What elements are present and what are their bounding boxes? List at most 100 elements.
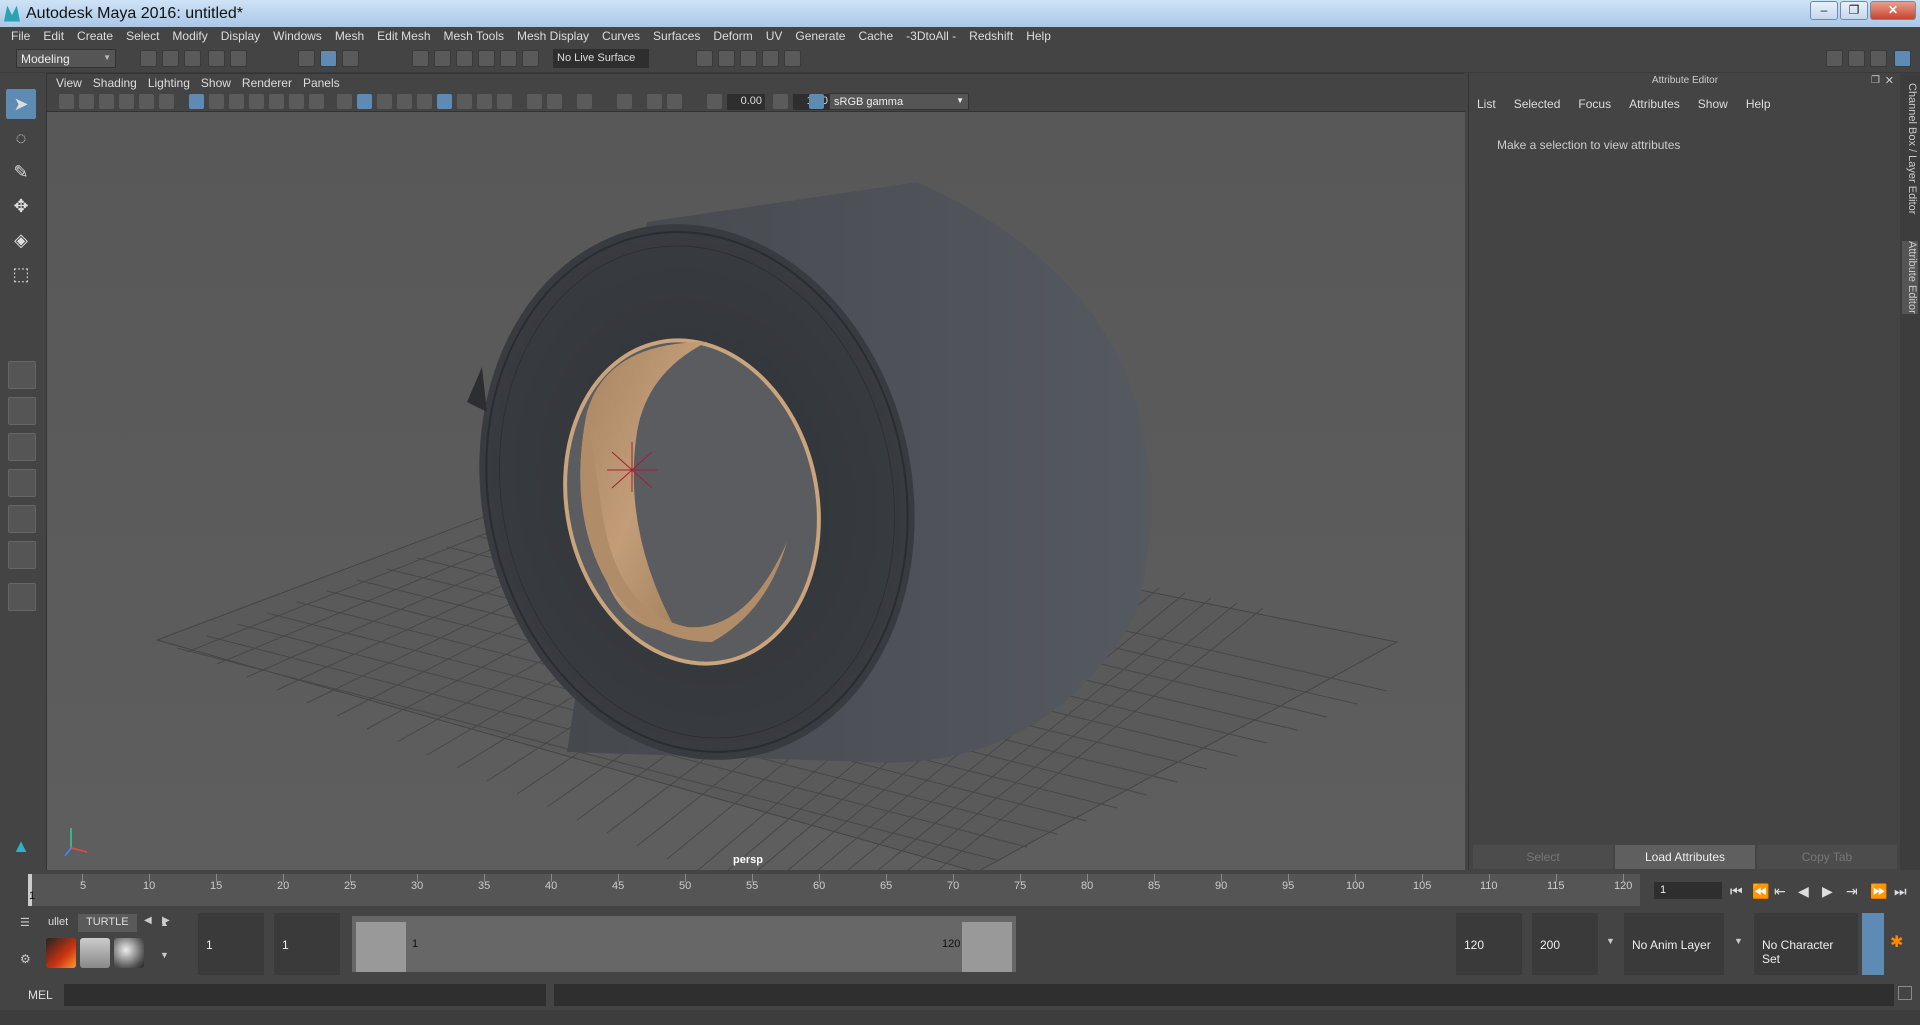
turtle-bake-icon[interactable] [46, 938, 76, 968]
playback-end-field[interactable]: 120 [1456, 913, 1522, 975]
ae-load-attributes-button[interactable]: Load Attributes [1615, 845, 1755, 869]
workspace-icon[interactable] [1826, 50, 1843, 67]
bookmark-icon[interactable] [99, 94, 114, 109]
two-d-pan-icon[interactable] [139, 94, 154, 109]
field-chart-icon[interactable] [269, 94, 284, 109]
single-perspective-layout-icon[interactable] [8, 361, 36, 389]
lasso-tool-icon[interactable]: ◌ [6, 123, 36, 153]
perspective-viewport[interactable]: persp [47, 112, 1465, 873]
grid-toggle-icon[interactable] [189, 94, 204, 109]
animation-preferences-icon[interactable]: ✱ [1890, 932, 1903, 952]
xray-joints-icon[interactable] [617, 94, 632, 109]
textured-icon[interactable] [397, 94, 412, 109]
playback-start-field[interactable]: 1 [274, 913, 340, 975]
shelf-scroll-left-icon[interactable]: ◀ [144, 915, 152, 926]
wireframe-on-shaded-icon[interactable] [377, 94, 392, 109]
depth-of-field-icon[interactable] [527, 94, 542, 109]
ae-menu-attributes[interactable]: Attributes [1629, 97, 1680, 111]
turtle-shader-icon[interactable] [114, 938, 144, 968]
anim-layer-select[interactable]: No Anim Layer [1624, 913, 1724, 975]
exposure-field[interactable]: 0.00 [727, 94, 765, 110]
motion-blur-icon[interactable] [477, 94, 492, 109]
hypershade-layout-icon[interactable] [8, 541, 36, 569]
ipr-render-icon[interactable] [718, 50, 735, 67]
snap-grid-icon[interactable] [412, 50, 429, 67]
smooth-shade-icon[interactable] [357, 94, 372, 109]
ae-menu-focus[interactable]: Focus [1578, 97, 1611, 111]
attribute-editor-toggle-icon[interactable] [1870, 50, 1887, 67]
image-plane-icon[interactable] [119, 94, 134, 109]
safe-action-icon[interactable] [289, 94, 304, 109]
save-scene-icon[interactable] [184, 50, 201, 67]
xray-icon[interactable] [577, 94, 592, 109]
maximize-button[interactable]: ❐ [1840, 1, 1868, 20]
time-ruler[interactable]: 1 5 10 15 20 25 30 35 40 45 50 55 60 65 … [28, 874, 1640, 906]
character-set-select[interactable]: No Character Set [1754, 913, 1858, 975]
hypershade-icon[interactable] [762, 50, 779, 67]
menu-file[interactable]: File [11, 29, 30, 43]
menu-deform[interactable]: Deform [713, 29, 752, 43]
redo-icon[interactable] [230, 50, 247, 67]
screen-space-ao-icon[interactable] [457, 94, 472, 109]
ae-menu-help[interactable]: Help [1746, 97, 1771, 111]
paint-select-tool-icon[interactable]: ✎ [6, 157, 36, 187]
menu-mesh[interactable]: Mesh [335, 29, 364, 43]
ae-select-button[interactable]: Select [1473, 845, 1613, 869]
persp-outliner-layout-icon[interactable] [8, 433, 36, 461]
snap-live-icon[interactable] [522, 50, 539, 67]
menu-help[interactable]: Help [1026, 29, 1051, 43]
undo-icon[interactable] [208, 50, 225, 67]
render-settings-icon[interactable] [740, 50, 757, 67]
film-gate-icon[interactable] [209, 94, 224, 109]
scene-end-field[interactable]: 200 [1532, 913, 1598, 975]
channel-box-toggle-icon[interactable] [1894, 50, 1911, 67]
menu-modify[interactable]: Modify [172, 29, 207, 43]
ae-copy-tab-button[interactable]: Copy Tab [1757, 845, 1897, 869]
snap-point-icon[interactable] [456, 50, 473, 67]
wireframe-icon[interactable] [337, 94, 352, 109]
select-object-icon[interactable] [320, 50, 337, 67]
viewport-menu-renderer[interactable]: Renderer [242, 76, 292, 90]
viewport-menu-shading[interactable]: Shading [93, 76, 137, 90]
menu-create[interactable]: Create [77, 29, 113, 43]
four-view-layout-icon[interactable] [8, 397, 36, 425]
safe-title-icon[interactable] [309, 94, 324, 109]
persp-graph-layout-icon[interactable] [8, 469, 36, 497]
menu-surfaces[interactable]: Surfaces [653, 29, 700, 43]
viewport-menu-panels[interactable]: Panels [303, 76, 340, 90]
scene-start-field[interactable]: 1 [198, 913, 264, 975]
ae-menu-show[interactable]: Show [1698, 97, 1728, 111]
play-forwards-icon[interactable]: ▶ [1822, 883, 1833, 900]
gate-mask-icon[interactable] [249, 94, 264, 109]
move-tool-icon[interactable]: ✥ [6, 191, 36, 221]
menu-uv[interactable]: UV [766, 29, 783, 43]
rotate-tool-icon[interactable]: ◈ [6, 225, 36, 255]
color-space-select[interactable]: sRGB gamma [829, 93, 969, 110]
shelf-tab-bullet[interactable]: ullet [40, 914, 76, 932]
select-camera-icon[interactable] [59, 94, 74, 109]
menu-redshift[interactable]: Redshift [969, 29, 1013, 43]
mode-select[interactable]: Modeling [16, 49, 116, 68]
close-button[interactable]: ✕ [1870, 1, 1916, 20]
menu-display[interactable]: Display [221, 29, 260, 43]
menu-edit[interactable]: Edit [43, 29, 64, 43]
shelf-up-icon[interactable]: ▲ [160, 918, 169, 928]
close-panel-icon[interactable]: ✕ [1885, 74, 1894, 87]
select-tool-icon[interactable]: ➤ [6, 89, 36, 119]
menu-mesh-tools[interactable]: Mesh Tools [444, 29, 504, 43]
exposure-icon[interactable] [667, 94, 682, 109]
snap-curve-icon[interactable] [434, 50, 451, 67]
play-backwards-icon[interactable]: ◀ [1798, 883, 1809, 900]
step-back-key-icon[interactable]: ⇤ [1774, 883, 1786, 900]
viewport-menu-lighting[interactable]: Lighting [148, 76, 190, 90]
command-language-label[interactable]: MEL [28, 988, 53, 1002]
range-options-icon[interactable]: ▼ [1606, 936, 1615, 946]
persp-trax-layout-icon[interactable] [8, 505, 36, 533]
backface-culling-icon[interactable] [647, 94, 662, 109]
shelf-menu-icon[interactable]: ☰ [20, 916, 30, 929]
shelf-settings-icon[interactable]: ⚙ [20, 952, 31, 966]
grease-pencil-icon[interactable] [159, 94, 174, 109]
menu-edit-mesh[interactable]: Edit Mesh [377, 29, 430, 43]
command-input[interactable] [64, 984, 546, 1006]
render-current-icon[interactable] [696, 50, 713, 67]
